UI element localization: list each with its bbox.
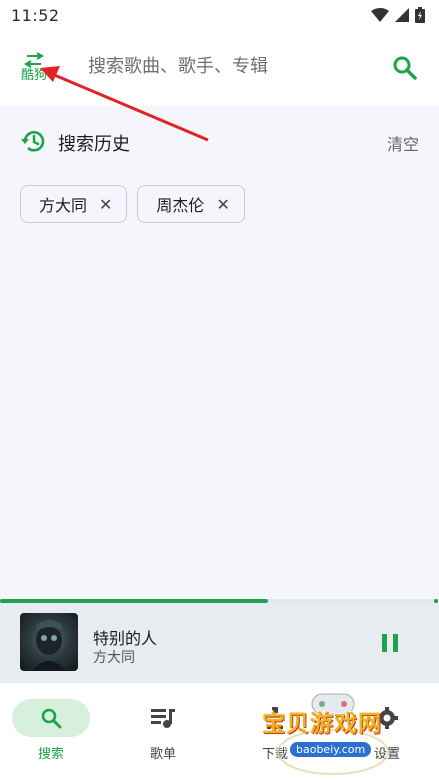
nav-item-search[interactable]: 搜索 — [12, 699, 90, 762]
download-icon — [267, 707, 283, 729]
status-time: 11:52 — [11, 5, 60, 25]
nav-item-download[interactable]: 下载 — [236, 699, 314, 762]
pause-icon[interactable] — [381, 633, 399, 653]
nav-pill — [124, 699, 202, 737]
history-chip[interactable]: 方大同 ✕ — [20, 185, 128, 223]
track-artist: 方大同 — [93, 650, 135, 666]
search-icon — [41, 708, 62, 729]
history-chip-label: 周杰伦 — [156, 196, 205, 215]
signal-icon — [395, 8, 409, 22]
settings-icon — [376, 707, 398, 729]
nav-item-playlist[interactable]: 歌单 — [124, 699, 202, 762]
status-bar: 11:52 — [0, 0, 439, 30]
search-header: 酷狗 — [0, 30, 439, 106]
history-header: 搜索历史 清空 — [0, 118, 439, 164]
nav-label: 设置 — [373, 747, 400, 762]
history-chip[interactable]: 周杰伦 ✕ — [137, 185, 245, 223]
search-icon[interactable] — [391, 54, 419, 82]
battery-icon — [415, 7, 425, 23]
nav-label: 搜索 — [37, 747, 64, 762]
nav-item-settings[interactable]: 设置 — [348, 699, 426, 762]
nav-pill — [236, 699, 314, 737]
history-chips: 方大同 ✕ 周杰伦 ✕ — [20, 185, 245, 223]
playlist-icon — [151, 709, 175, 728]
nav-pill — [12, 699, 90, 737]
nav-label: 下载 — [261, 747, 288, 762]
wifi-icon — [371, 8, 389, 22]
status-icons — [371, 7, 425, 23]
bottom-nav: 搜索 歌单 下载 设置 — [0, 683, 439, 780]
album-art-figure — [32, 620, 66, 671]
nav-pill — [348, 699, 426, 737]
nav-label: 歌单 — [149, 747, 176, 762]
history-icon — [21, 131, 45, 152]
track-title: 特别的人 — [93, 629, 158, 648]
mini-player[interactable]: 特别的人 方大同 — [0, 603, 439, 683]
history-title: 搜索历史 — [58, 134, 130, 155]
close-icon[interactable]: ✕ — [99, 195, 112, 214]
search-input[interactable] — [88, 56, 368, 77]
history-chip-label: 方大同 — [39, 196, 88, 215]
close-icon[interactable]: ✕ — [216, 195, 229, 214]
swap-icon — [24, 52, 44, 68]
album-art[interactable] — [20, 613, 78, 671]
source-switch-button[interactable]: 酷狗 — [14, 50, 54, 90]
source-label: 酷狗 — [20, 68, 47, 83]
clear-history-button[interactable]: 清空 — [387, 131, 419, 155]
